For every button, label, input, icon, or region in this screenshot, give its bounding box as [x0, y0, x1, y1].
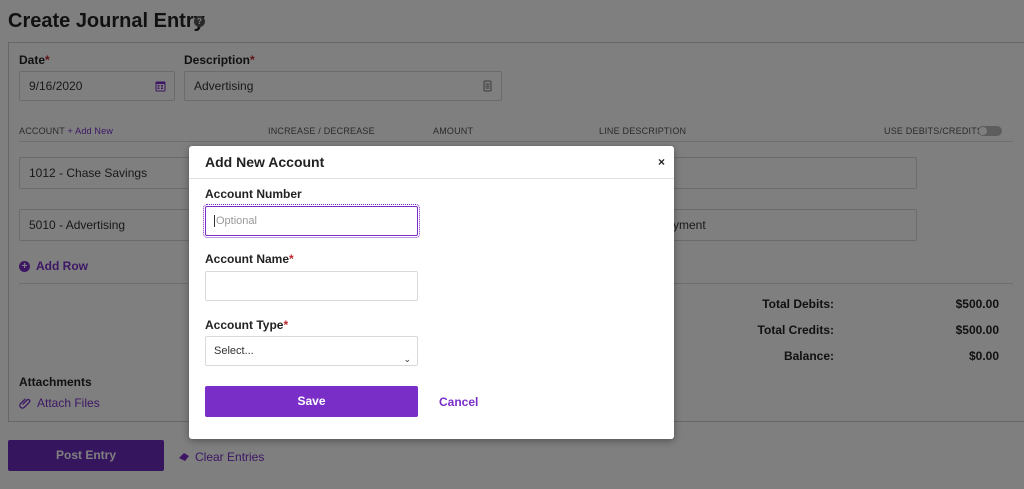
chevron-down-icon: ⌄ [403, 354, 411, 364]
cancel-button[interactable]: Cancel [439, 395, 478, 409]
required-mark: * [289, 252, 294, 266]
account-type-select[interactable]: Select... ⌄ [205, 336, 418, 366]
add-new-account-modal: Add New Account × Account Number Optiona… [189, 146, 674, 439]
account-type-label-text: Account Type [205, 318, 284, 332]
account-name-input[interactable] [205, 271, 418, 301]
account-number-label: Account Number [205, 187, 302, 201]
required-mark: * [283, 318, 289, 332]
text-cursor [214, 215, 215, 228]
account-type-value: Select... [214, 345, 254, 357]
account-name-label: Account Name* [205, 252, 294, 266]
account-name-label-text: Account Name [205, 252, 290, 266]
account-type-label: Account Type* [205, 318, 288, 332]
account-number-placeholder: Optional [216, 215, 257, 227]
account-number-input[interactable]: Optional [203, 204, 420, 238]
save-button[interactable]: Save [205, 386, 418, 417]
close-icon[interactable]: × [658, 155, 665, 169]
modal-header-divider [189, 178, 674, 179]
modal-title: Add New Account [205, 154, 325, 170]
